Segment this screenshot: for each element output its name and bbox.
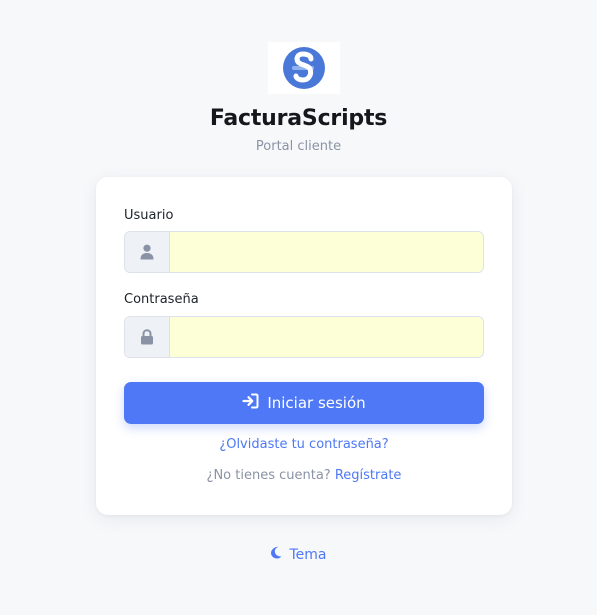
forgot-password-link[interactable]: ¿Olvidaste tu contraseña? [96, 437, 512, 452]
theme-label: Tema [289, 546, 327, 563]
user-icon [125, 232, 170, 272]
password-input[interactable] [170, 317, 483, 357]
login-button-label: Iniciar sesión [267, 394, 366, 412]
login-button[interactable]: Iniciar sesión [124, 382, 484, 424]
moon-icon [270, 546, 282, 563]
no-account-text: ¿No tienes cuenta? [206, 468, 331, 483]
app-title: FacturaScripts [209, 106, 388, 131]
lock-icon [125, 317, 170, 357]
username-label: Usuario [124, 208, 174, 223]
register-link[interactable]: Regístrate [335, 468, 402, 483]
password-group [124, 316, 484, 358]
username-group [124, 231, 484, 273]
login-card: Usuario Contraseña Iniciar sesión ¿Olvid… [96, 177, 512, 515]
app-subtitle: Portal cliente [255, 139, 342, 154]
username-input[interactable] [170, 232, 483, 272]
sign-in-icon [242, 393, 259, 413]
signup-line: ¿No tienes cuenta? Regístrate [96, 468, 512, 483]
password-label: Contraseña [124, 292, 199, 307]
login-page: FacturaScripts Portal cliente Usuario Co… [0, 0, 597, 615]
theme-toggle[interactable]: Tema [0, 546, 597, 563]
facturascripts-logo-icon [268, 42, 340, 94]
